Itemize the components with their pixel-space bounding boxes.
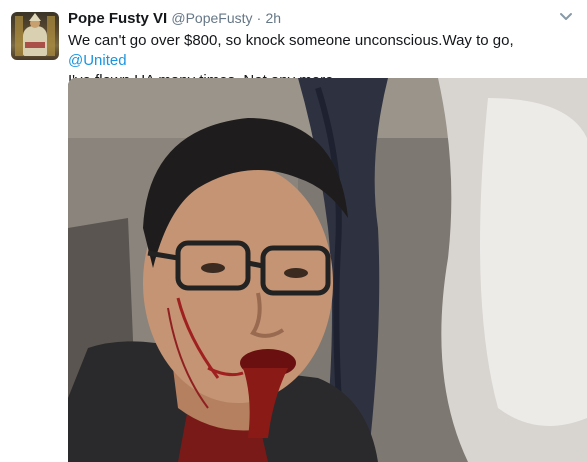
chevron-down-icon[interactable] <box>559 12 573 22</box>
user-handle[interactable]: @PopeFusty <box>171 10 252 26</box>
avatar-detail <box>47 16 55 56</box>
tweet-text-part: We can't go over $800, so knock someone … <box>68 32 514 49</box>
avatar-detail <box>23 26 47 56</box>
avatar-detail <box>15 16 23 56</box>
meta-separator: · <box>256 10 262 26</box>
tweet-timestamp[interactable]: 2h <box>266 10 282 26</box>
avatar-detail <box>25 42 45 48</box>
tweet-header: Pope Fusty VI @PopeFusty · 2h <box>68 10 281 27</box>
display-name[interactable]: Pope Fusty VI <box>68 10 167 27</box>
avatar-detail <box>29 13 41 21</box>
tweet-media-image[interactable] <box>68 78 587 462</box>
mention-link[interactable]: @United <box>68 52 127 69</box>
avatar[interactable] <box>11 12 59 60</box>
